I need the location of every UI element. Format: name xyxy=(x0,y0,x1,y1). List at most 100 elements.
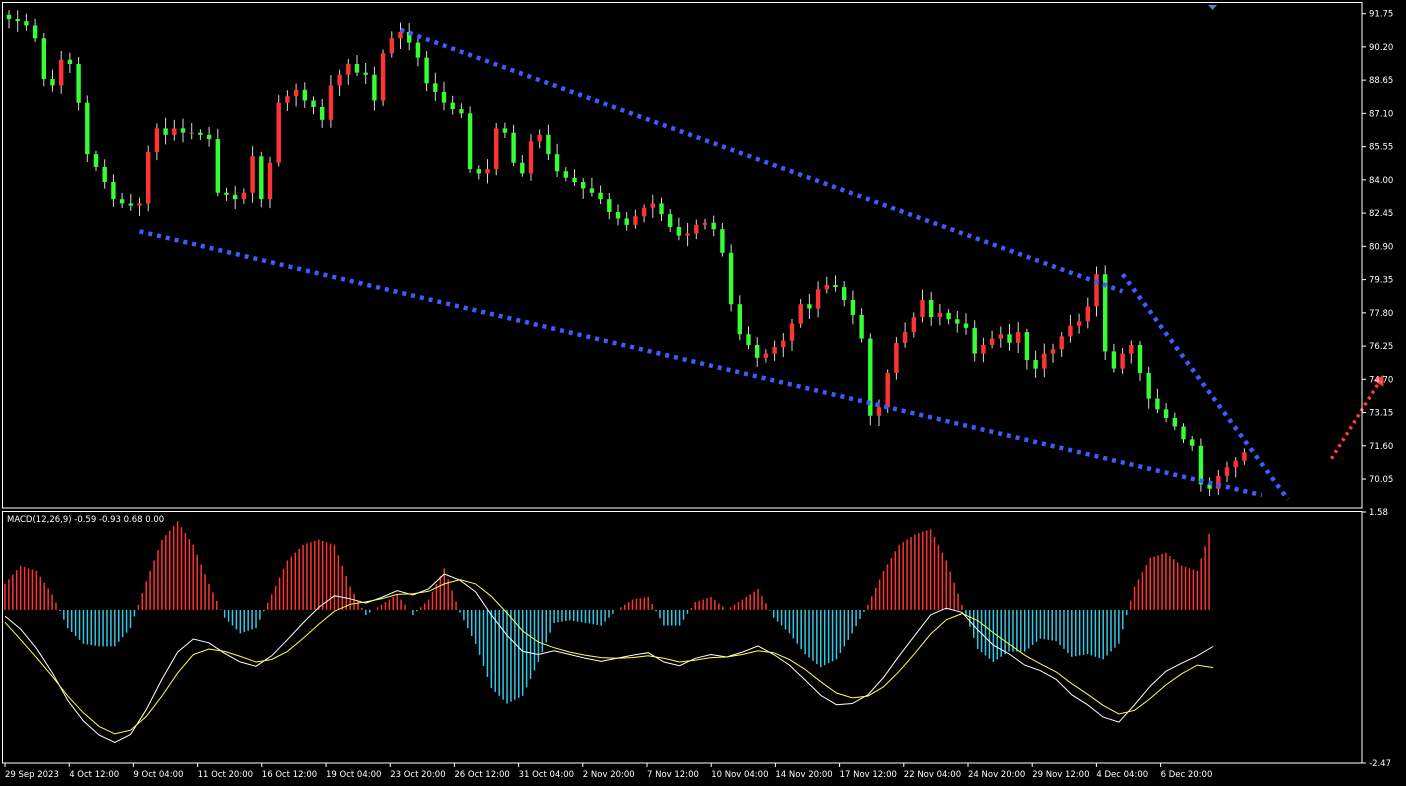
candle-body-66 xyxy=(581,182,586,189)
time-tick-label-12: 14 Nov 20:00 xyxy=(775,770,832,780)
candle-body-51 xyxy=(450,102,455,110)
candle-body-1 xyxy=(15,19,20,22)
candle-body-49 xyxy=(433,83,438,92)
candle-body-29 xyxy=(259,156,264,200)
time-tick-label-16: 29 Nov 12:00 xyxy=(1032,770,1089,780)
candle-body-89 xyxy=(781,340,786,348)
candle-body-44 xyxy=(389,38,394,54)
candle-body-25 xyxy=(224,192,229,195)
candle-body-77 xyxy=(676,227,682,236)
candle-body-55 xyxy=(485,169,490,174)
candle-body-75 xyxy=(659,203,664,215)
candle-body-17 xyxy=(154,128,160,152)
candle-body-64 xyxy=(563,171,568,178)
candle-body-82 xyxy=(720,229,725,253)
candle-body-113 xyxy=(989,338,995,346)
candle-body-131 xyxy=(1146,372,1151,399)
candle-body-50 xyxy=(441,91,447,103)
candle-body-35 xyxy=(311,100,316,107)
candle-body-104 xyxy=(911,317,916,333)
candle-body-133 xyxy=(1163,409,1169,418)
candle-body-102 xyxy=(894,342,899,373)
candle-body-116 xyxy=(1016,332,1021,343)
price-tick-label-5: 84.00 xyxy=(1369,176,1393,186)
time-tick-label-8: 31 Oct 04:00 xyxy=(519,770,574,780)
candle-body-76 xyxy=(668,214,673,228)
candle-body-140 xyxy=(1224,467,1230,476)
candle-body-45 xyxy=(398,31,403,39)
candle-body-69 xyxy=(607,199,612,213)
candle-body-134 xyxy=(1172,417,1177,427)
candle-body-70 xyxy=(615,212,621,219)
candle-body-122 xyxy=(1068,325,1073,337)
candle-body-105 xyxy=(920,299,925,318)
candle-body-125 xyxy=(1094,274,1099,307)
candle-body-96 xyxy=(842,287,847,300)
axes: 91.75 90.20 88.65 87.10 85.55 84.00 82.45 80.90… xyxy=(2,2,1393,780)
candle-body-8 xyxy=(76,64,81,103)
candle-body-114 xyxy=(998,334,1003,339)
candle-body-58 xyxy=(511,132,516,163)
candle-body-26 xyxy=(233,194,238,200)
candle-body-124 xyxy=(1085,306,1090,322)
candle-body-67 xyxy=(589,188,595,193)
candle-body-80 xyxy=(702,222,708,225)
candle-body-39 xyxy=(346,64,351,75)
candle-body-97 xyxy=(850,299,856,315)
candle-body-10 xyxy=(93,154,99,167)
candle-body-60 xyxy=(528,141,534,174)
candle-body-90 xyxy=(789,323,795,341)
time-tick-label-3: 11 Oct 20:00 xyxy=(198,770,253,780)
candle-body-57 xyxy=(502,128,508,133)
candle-body-115 xyxy=(1007,334,1012,343)
candle-body-31 xyxy=(276,102,281,163)
candle-body-120 xyxy=(1050,349,1056,354)
candle-body-9 xyxy=(85,102,90,155)
macd-tick-label-0: 1.58 xyxy=(1369,508,1388,518)
candle-body-21 xyxy=(189,132,194,134)
candle-body-86 xyxy=(755,345,760,358)
candle-body-37 xyxy=(328,85,334,120)
candle-body-93 xyxy=(815,289,821,309)
candle-body-72 xyxy=(633,216,638,225)
candle-body-38 xyxy=(337,74,342,86)
candle-body-2 xyxy=(24,21,29,26)
time-tick-label-0: 29 Sep 2023 xyxy=(5,770,59,780)
price-tick-label-0: 91.75 xyxy=(1369,10,1393,20)
trend-channel xyxy=(138,27,1384,501)
macd-label: MACD(12,26,9) -0.59 -0.93 0.68 0.00 xyxy=(7,515,164,525)
time-tick-label-4: 16 Oct 12:00 xyxy=(262,770,317,780)
candle-body-142 xyxy=(1242,452,1247,461)
candle-body-18 xyxy=(163,128,168,135)
candle-body-110 xyxy=(963,323,969,328)
time-tick-label-9: 2 Nov 20:00 xyxy=(583,770,635,780)
candle-body-74 xyxy=(650,203,655,208)
price-tick-label-4: 85.55 xyxy=(1369,143,1393,153)
candle-body-53 xyxy=(467,113,473,170)
candle-body-63 xyxy=(554,154,560,172)
macd-panel-frame xyxy=(2,511,1363,764)
candle-body-123 xyxy=(1076,321,1082,326)
candle-body-84 xyxy=(737,304,742,335)
candle-body-27 xyxy=(241,192,247,200)
macd-signal-line xyxy=(4,579,1214,735)
candle-body-103 xyxy=(902,332,908,343)
price-tick-label-12: 73.15 xyxy=(1369,409,1393,419)
time-tick-label-6: 23 Oct 20:00 xyxy=(390,770,445,780)
macd-panel xyxy=(4,521,1214,744)
candle-body-108 xyxy=(946,312,951,320)
candle-body-5 xyxy=(50,79,55,86)
candle-body-92 xyxy=(807,304,812,309)
time-tick-label-14: 22 Nov 04:00 xyxy=(904,770,961,780)
candle-body-128 xyxy=(1120,353,1125,369)
candle-body-41 xyxy=(363,72,368,75)
channel-lower-line xyxy=(138,229,1263,498)
candle-body-95 xyxy=(833,284,838,288)
candle-body-101 xyxy=(885,372,890,408)
candle-body-88 xyxy=(772,347,777,354)
price-tick-label-2: 88.65 xyxy=(1369,76,1393,86)
candle-body-30 xyxy=(267,162,273,200)
candle-body-109 xyxy=(955,319,960,324)
price-tick-label-8: 79.35 xyxy=(1369,276,1393,286)
candle-body-3 xyxy=(32,25,38,39)
